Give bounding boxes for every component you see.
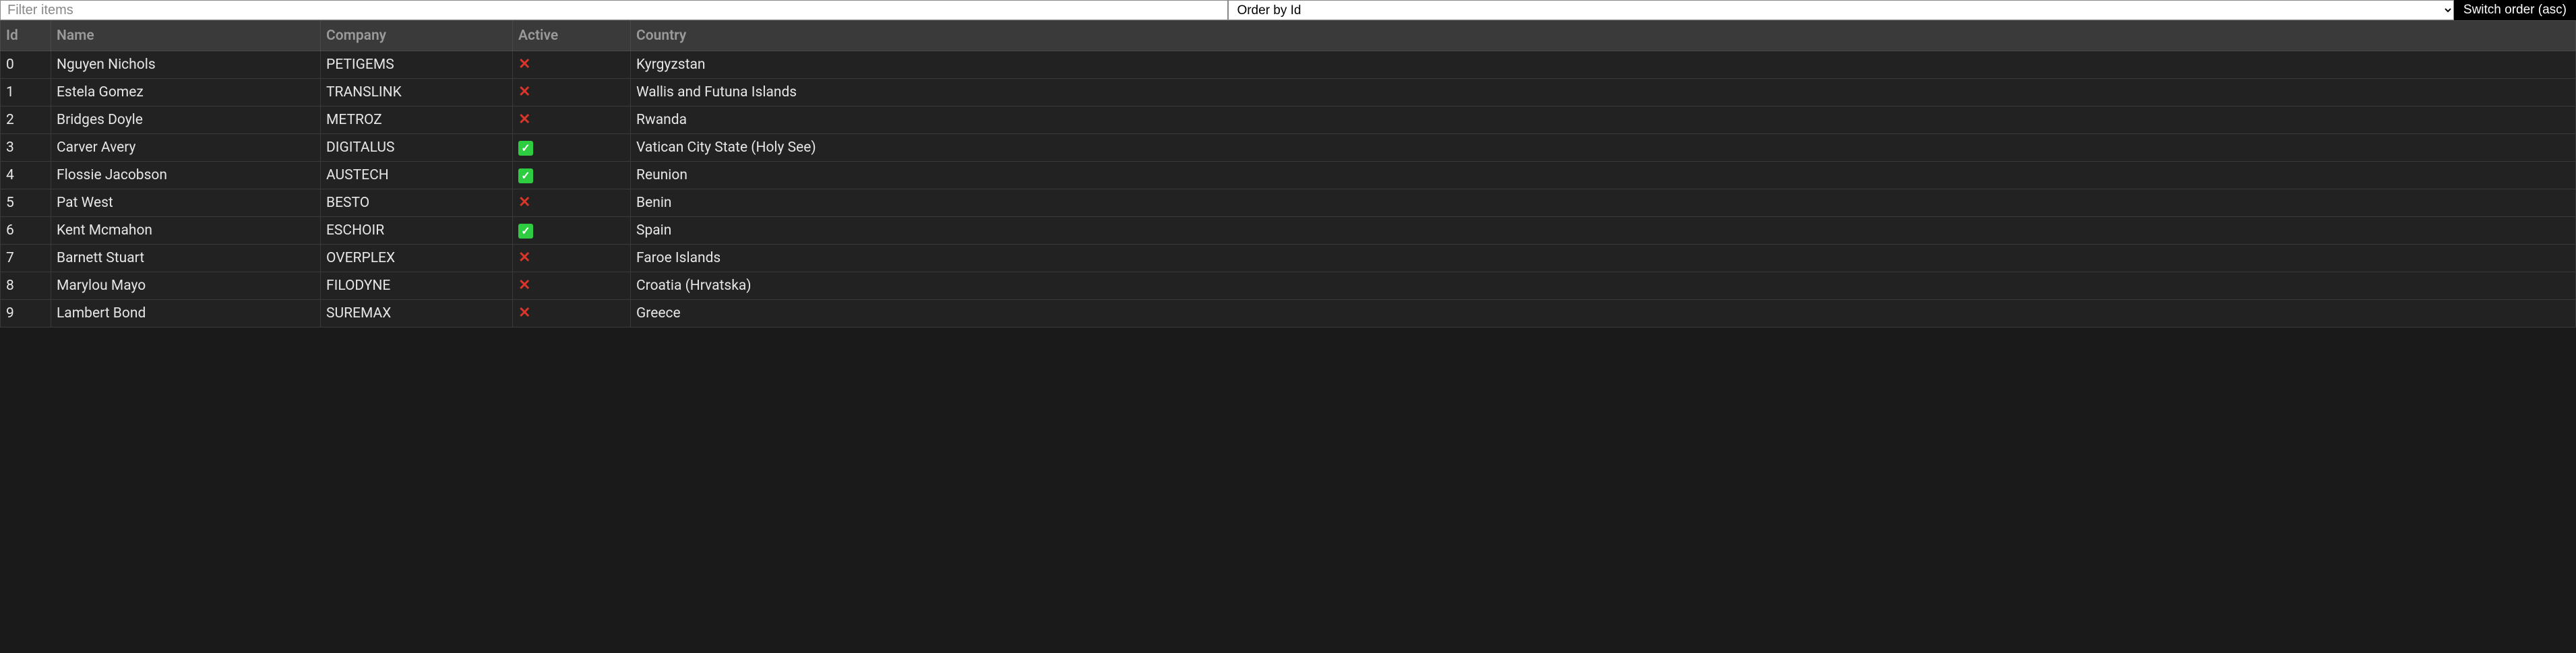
check-icon: ✓	[518, 141, 533, 156]
cell-company: TRANSLINK	[321, 79, 513, 106]
table-row: 9Lambert BondSUREMAX ✕ Greece	[1, 300, 2576, 328]
cell-name: Nguyen Nichols	[51, 51, 321, 79]
cross-icon: ✕	[518, 195, 530, 210]
cell-name: Pat West	[51, 189, 321, 217]
cell-company: PETIGEMS	[321, 51, 513, 79]
table-row: 5Pat WestBESTO ✕ Benin	[1, 189, 2576, 217]
switch-order-button[interactable]: Switch order (asc)	[2454, 0, 2576, 20]
cell-company: FILODYNE	[321, 272, 513, 300]
filter-input[interactable]	[0, 0, 1228, 20]
cell-id: 0	[1, 51, 51, 79]
cell-name: Bridges Doyle	[51, 106, 321, 134]
table-row: 0Nguyen NicholsPETIGEMS ✕ Kyrgyzstan	[1, 51, 2576, 79]
col-header-name[interactable]: Name	[51, 21, 321, 51]
cell-id: 1	[1, 79, 51, 106]
cell-id: 7	[1, 245, 51, 272]
cross-icon: ✕	[518, 85, 530, 100]
cell-active: ✕	[513, 300, 631, 328]
cell-active: ✓	[513, 134, 631, 162]
cross-icon: ✕	[518, 306, 530, 321]
cell-country: Rwanda	[631, 106, 2576, 134]
cell-active: ✓	[513, 162, 631, 189]
cell-id: 6	[1, 217, 51, 245]
cross-icon: ✕	[518, 113, 530, 127]
cell-active: ✕	[513, 79, 631, 106]
table-row: 4Flossie JacobsonAUSTECH ✓ Reunion	[1, 162, 2576, 189]
toolbar: Order by Id Switch order (asc)	[0, 0, 2576, 20]
cross-icon: ✕	[518, 251, 530, 266]
cell-name: Estela Gomez	[51, 79, 321, 106]
cell-country: Greece	[631, 300, 2576, 328]
table-row: 3Carver AveryDIGITALUS ✓ Vatican City Stat…	[1, 134, 2576, 162]
cell-country: Spain	[631, 217, 2576, 245]
cell-country: Croatia (Hrvatska)	[631, 272, 2576, 300]
table-row: 7Barnett StuartOVERPLEX ✕ Faroe Islands	[1, 245, 2576, 272]
cell-id: 8	[1, 272, 51, 300]
cell-name: Carver Avery	[51, 134, 321, 162]
cell-id: 2	[1, 106, 51, 134]
cell-country: Kyrgyzstan	[631, 51, 2576, 79]
cross-icon: ✕	[518, 278, 530, 293]
cell-company: OVERPLEX	[321, 245, 513, 272]
cross-icon: ✕	[518, 57, 530, 72]
table-row: 6Kent McmahonESCHOIR ✓ Spain	[1, 217, 2576, 245]
cell-active: ✓	[513, 217, 631, 245]
col-header-active[interactable]: Active	[513, 21, 631, 51]
cell-active: ✕	[513, 272, 631, 300]
table-row: 1Estela GomezTRANSLINK ✕ Wallis and Futuna…	[1, 79, 2576, 106]
order-select[interactable]: Order by Id	[1228, 0, 2453, 20]
col-header-country[interactable]: Country	[631, 21, 2576, 51]
cell-active: ✕	[513, 51, 631, 79]
cell-active: ✕	[513, 106, 631, 134]
table-row: 8Marylou MayoFILODYNE ✕ Croatia (Hrvatska)	[1, 272, 2576, 300]
cell-id: 5	[1, 189, 51, 217]
cell-active: ✕	[513, 245, 631, 272]
check-icon: ✓	[518, 168, 533, 183]
table-row: 2Bridges DoyleMETROZ ✕ Rwanda	[1, 106, 2576, 134]
cell-country: Reunion	[631, 162, 2576, 189]
cell-name: Flossie Jacobson	[51, 162, 321, 189]
cell-name: Kent Mcmahon	[51, 217, 321, 245]
cell-company: BESTO	[321, 189, 513, 217]
cell-country: Benin	[631, 189, 2576, 217]
cell-country: Vatican City State (Holy See)	[631, 134, 2576, 162]
cell-country: Wallis and Futuna Islands	[631, 79, 2576, 106]
data-table: Id Name Company Active Country 0Nguyen N…	[0, 20, 2576, 328]
cell-id: 3	[1, 134, 51, 162]
cell-company: SUREMAX	[321, 300, 513, 328]
cell-id: 9	[1, 300, 51, 328]
cell-id: 4	[1, 162, 51, 189]
cell-name: Lambert Bond	[51, 300, 321, 328]
cell-company: ESCHOIR	[321, 217, 513, 245]
cell-country: Faroe Islands	[631, 245, 2576, 272]
cell-company: DIGITALUS	[321, 134, 513, 162]
col-header-company[interactable]: Company	[321, 21, 513, 51]
cell-company: AUSTECH	[321, 162, 513, 189]
col-header-id[interactable]: Id	[1, 21, 51, 51]
cell-company: METROZ	[321, 106, 513, 134]
table-header-row: Id Name Company Active Country	[1, 21, 2576, 51]
cell-name: Barnett Stuart	[51, 245, 321, 272]
cell-active: ✕	[513, 189, 631, 217]
cell-name: Marylou Mayo	[51, 272, 321, 300]
check-icon: ✓	[518, 224, 533, 239]
